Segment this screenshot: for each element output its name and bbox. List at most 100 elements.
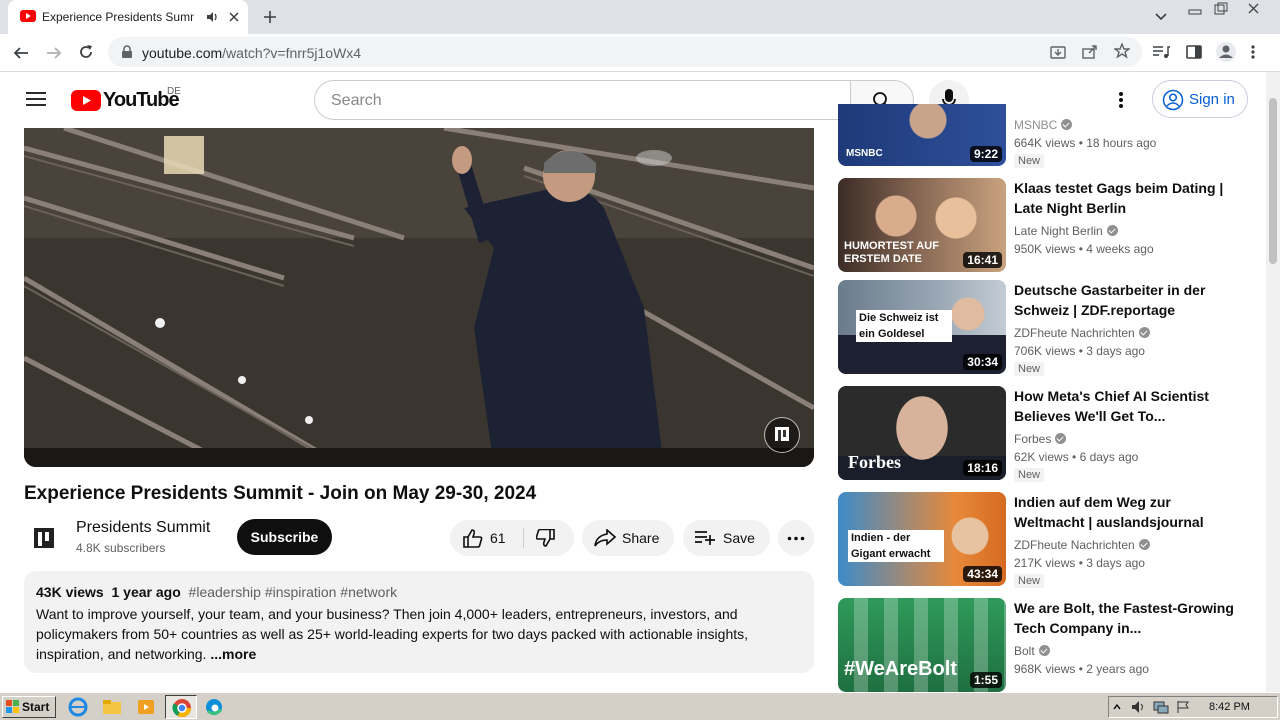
like-button[interactable]: 61 [450,520,522,556]
bookmark-star-icon[interactable] [1114,43,1130,59]
video-thumbnail[interactable]: Indien - der Gigant erwacht 43:34 [838,492,1006,586]
description-box[interactable]: 43K views 1 year ago #leadership #inspir… [24,571,814,673]
channel-text: MSNBC [1014,118,1058,132]
restore-icon[interactable] [1211,2,1231,16]
save-label: Save [723,530,755,546]
verified-icon [1106,225,1118,236]
channel-name: Forbes [1014,432,1067,446]
lock-icon[interactable] [121,45,133,59]
thumb-caption: Forbes [848,452,901,472]
video-title[interactable]: We are Bolt, the Fastest-Growing Tech Co… [1014,598,1234,638]
video-thumbnail[interactable]: MSNBC 9:22 [838,104,1006,166]
list-item[interactable]: #WeAreBolt 1:55 We are Bolt, the Fastest… [838,598,1248,692]
channel-name: Late Night Berlin [1014,224,1118,238]
share-page-icon[interactable] [1082,44,1098,60]
list-item[interactable]: Die Schweiz ist ein Goldesel 30:34 Deuts… [838,280,1248,376]
channel-avatar[interactable] [24,518,64,558]
share-label: Share [622,530,660,546]
chrome-taskbar-button[interactable] [165,695,197,719]
new-badge: New [1014,468,1045,482]
video-thumbnail[interactable]: #WeAreBolt 1:55 [838,598,1006,692]
dislike-button[interactable] [524,520,574,556]
video-title[interactable]: Klaas testet Gags beim Dating | Late Nig… [1014,178,1234,218]
video-thumbnail[interactable]: Forbes 18:16 [838,386,1006,480]
list-item[interactable]: HUMORTEST AUF ERSTEM DATE 16:41 Klaas te… [838,178,1248,274]
scrollbar-thumb[interactable] [1269,98,1277,264]
channel-text: Forbes [1014,432,1052,446]
back-arrow-icon[interactable] [12,44,30,62]
share-button[interactable]: Share [582,520,674,556]
url-text: youtube.com/watch?v=fnrr5j1oWx4 [142,45,361,61]
list-item[interactable]: Forbes 18:16 How Meta's Chief AI Scienti… [838,386,1248,482]
profile-avatar-icon[interactable] [1215,41,1237,63]
url-path: /watch?v=fnrr5j1oWx4 [222,45,362,61]
age: 6 days ago [1079,450,1139,464]
views: 950K views [1014,242,1076,256]
youtube-logo[interactable]: YouTube DE [71,86,181,112]
reload-icon[interactable] [77,43,95,61]
video-stats: 217K views • 3 days ago [1014,556,1145,570]
video-title[interactable]: Deutsche Gastarbeiter in der Schweiz | Z… [1014,280,1234,320]
video-title[interactable]: Indien auf dem Weg zur Weltmacht | ausla… [1014,492,1234,532]
action-center-flag-icon[interactable] [1175,700,1191,714]
thumb-caption: Die Schweiz ist ein Goldesel [856,310,952,342]
show-more-link[interactable]: ...more [210,646,256,662]
verified-icon [1061,119,1073,130]
tab-search-chevron-icon[interactable] [1154,11,1168,23]
address-bar[interactable]: youtube.com/watch?v=fnrr5j1oWx4 [108,37,1142,67]
install-app-icon[interactable] [1050,44,1066,60]
channel-name: Bolt [1014,644,1050,658]
new-tab-icon[interactable] [262,9,278,25]
more-actions-button[interactable] [778,520,814,556]
upload-age: 1 year ago [111,584,181,600]
edge-icon[interactable] [202,697,226,717]
hamburger-menu-icon[interactable] [26,91,46,107]
subscribe-button[interactable]: Subscribe [237,519,332,555]
internet-explorer-icon[interactable] [66,697,90,717]
search-input[interactable]: Search [314,80,851,120]
browser-tab-active[interactable]: Experience Presidents Summit - [8,0,248,34]
chrome-menu-icon[interactable] [1250,44,1256,60]
file-explorer-icon[interactable] [100,697,124,717]
channel-name: MSNBC [1014,118,1073,132]
video-thumbnail[interactable]: HUMORTEST AUF ERSTEM DATE 16:41 [838,178,1006,272]
tray-expand-icon[interactable] [1113,702,1121,712]
windows-logo-icon [6,700,19,713]
video-thumbnail[interactable]: Die Schweiz ist ein Goldesel 30:34 [838,280,1006,374]
video-duration: 1:55 [969,672,1002,688]
video-title[interactable]: How Meta's Chief AI Scientist Believes W… [1014,386,1234,426]
channel-name: ZDFheute Nachrichten [1014,326,1150,340]
thumb-caption: MSNBC [846,148,883,159]
media-control-icon[interactable] [1152,44,1170,60]
video-player[interactable] [24,128,814,467]
views: 217K views [1014,556,1076,570]
tab-close-icon[interactable] [228,11,240,23]
age: 2 years ago [1086,662,1149,676]
list-item[interactable]: Indien - der Gigant erwacht 43:34 Indien… [838,492,1248,588]
view-count: 43K views [36,584,104,600]
video-duration: 16:41 [963,252,1002,268]
subscriber-count: 4.8K subscribers [76,541,166,555]
channel-watermark-button[interactable] [764,417,800,453]
save-button[interactable]: Save [683,520,770,556]
volume-icon[interactable] [1131,700,1147,714]
media-player-icon[interactable] [134,697,158,717]
thumb-caption: HUMORTEST AUF ERSTEM DATE [844,240,939,265]
search-placeholder: Search [331,92,382,109]
hashtags[interactable]: #leadership #inspiration #network [189,584,398,600]
channel-text: ZDFheute Nachrichten [1014,538,1135,552]
network-icon[interactable] [1153,700,1169,714]
side-panel-icon[interactable] [1186,44,1202,60]
video-stats: 950K views • 4 weeks ago [1014,242,1154,256]
like-count: 61 [490,530,506,546]
minimize-icon[interactable] [1186,2,1206,16]
views: 968K views [1014,662,1076,676]
window-close-icon[interactable] [1244,2,1264,16]
forward-arrow-icon[interactable] [45,44,63,62]
video-duration: 18:16 [963,460,1002,476]
verified-icon [1138,539,1150,550]
audio-playing-icon[interactable] [206,11,218,23]
views: 62K views [1014,450,1069,464]
channel-name[interactable]: Presidents Summit [76,519,210,537]
start-button[interactable]: Start [2,696,56,718]
